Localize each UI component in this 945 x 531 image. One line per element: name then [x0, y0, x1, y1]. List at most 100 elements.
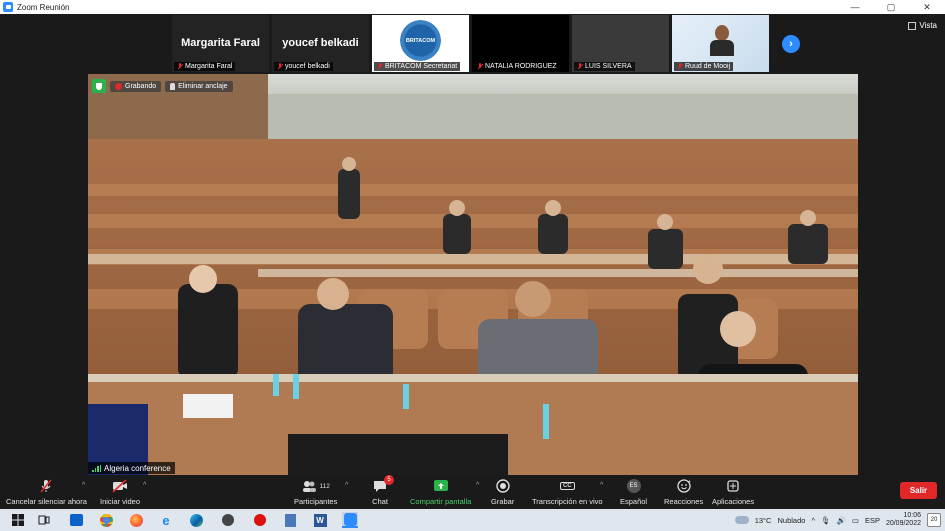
participant-tile[interactable]: LUIS SILVERA — [572, 15, 669, 72]
reactions-button[interactable]: + Reacciones — [664, 478, 703, 506]
next-page-button[interactable]: › — [782, 35, 800, 53]
participant-tile[interactable]: youcef belkadi youcef belkadi — [272, 15, 369, 72]
window-title: Zoom Reunión — [17, 2, 70, 12]
windows-taskbar: e W 13°C Nublado ^ 🎙 🔊 ▭ ESP 10:06 20/09… — [0, 509, 945, 531]
edge-icon[interactable] — [188, 512, 204, 528]
task-view-icon[interactable] — [36, 512, 52, 528]
main-video[interactable]: Grabando Eliminar anclaje — [88, 74, 858, 475]
input-language[interactable]: ESP — [865, 516, 880, 525]
participants-count: 112 — [319, 482, 330, 490]
participant-label: youcef belkadi — [274, 62, 333, 71]
language-interpretation-button[interactable]: ES Español — [620, 478, 647, 506]
outlook-icon[interactable] — [68, 512, 84, 528]
video-options-caret[interactable]: ^ — [143, 482, 146, 489]
participant-name: LUIS SILVERA — [585, 63, 632, 70]
share-options-caret[interactable]: ^ — [476, 482, 479, 489]
participant-tile[interactable]: Margarita Faral Margarita Faral — [172, 15, 269, 72]
minimize-button[interactable]: — — [837, 0, 873, 14]
view-label: Vista — [919, 21, 937, 30]
speaker-name: Algeria conference — [104, 463, 171, 473]
video-button[interactable]: Iniciar video — [100, 478, 140, 506]
chrome-icon[interactable] — [98, 512, 114, 528]
video-off-icon — [111, 478, 129, 494]
mic-muted-icon — [377, 63, 383, 70]
logo-text: BRITACOM — [405, 37, 436, 44]
app-icon[interactable] — [220, 512, 236, 528]
encryption-shield-icon[interactable] — [92, 79, 106, 93]
record-dot-icon — [115, 82, 122, 90]
leave-button[interactable]: Salir — [900, 482, 937, 499]
view-button[interactable]: Vista — [908, 21, 937, 30]
record-button[interactable]: Grabar — [491, 478, 514, 506]
mic-muted-icon — [177, 63, 183, 70]
clock-date: 20/09/2022 — [885, 520, 921, 527]
chat-badge: 5 — [384, 475, 394, 485]
unpin-label: Eliminar anclaje — [178, 82, 228, 90]
notification-center-icon[interactable]: 20 — [927, 513, 941, 527]
firefox-icon[interactable] — [128, 512, 144, 528]
maximize-button[interactable]: ▢ — [873, 0, 909, 14]
participant-tile[interactable]: BRITACOM BRITACOM Secretariat — [372, 15, 469, 72]
share-screen-button[interactable]: Compartir pantalla — [410, 478, 471, 506]
participant-video — [710, 25, 734, 56]
language-label: Español — [620, 497, 648, 506]
reactions-icon: + — [676, 478, 692, 494]
participant-gallery: Margarita Faral Margarita Faral youcef b… — [172, 15, 769, 72]
recording-label: Grabando — [125, 82, 157, 90]
participants-label: Participantes — [294, 497, 338, 506]
share-screen-icon — [433, 478, 449, 494]
word-icon[interactable]: W — [312, 512, 328, 528]
mute-button[interactable]: Cancelar silenciar ahora — [6, 478, 87, 506]
participant-tile[interactable]: Ruud de Mooij — [672, 15, 769, 72]
clock[interactable]: 10:06 20/09/2022 — [886, 512, 921, 528]
language-icon: ES — [626, 478, 641, 494]
weather-cloud-icon[interactable] — [734, 516, 749, 524]
internet-explorer-icon[interactable]: e — [158, 512, 174, 528]
video-label: Iniciar video — [100, 497, 141, 506]
tray-overflow-icon[interactable]: ^ — [811, 516, 815, 525]
apps-icon — [725, 478, 741, 494]
network-icon[interactable]: ▭ — [852, 516, 859, 525]
transcription-options-caret[interactable]: ^ — [600, 482, 603, 489]
clock-time: 10:06 — [903, 512, 921, 519]
participant-tile[interactable]: NATALIA RODRIGUEZ — [472, 15, 569, 72]
meeting-toolbar: Cancelar silenciar ahora ^ Iniciar video… — [0, 475, 945, 509]
window-controls: — ▢ ✕ — [837, 0, 945, 14]
mic-muted-icon — [277, 63, 283, 70]
participant-name: Ruud de Mooij — [685, 63, 731, 70]
reactions-label: Reacciones — [664, 497, 704, 506]
participants-button[interactable]: 112 Participantes — [294, 478, 337, 506]
mute-label: Cancelar silenciar ahora — [6, 497, 87, 506]
cc-icon: CC — [559, 478, 575, 494]
chat-button[interactable]: 5 Chat — [372, 475, 394, 506]
chat-label: Chat — [372, 497, 388, 506]
weather-desc[interactable]: Nublado — [777, 516, 805, 525]
mic-muted-icon — [577, 63, 583, 70]
volume-icon[interactable]: 🔊 — [837, 516, 846, 525]
video-top-overlay: Grabando Eliminar anclaje — [92, 79, 233, 93]
audio-options-caret[interactable]: ^ — [82, 482, 85, 489]
microphone-icon[interactable]: 🎙 — [821, 516, 831, 525]
weather-temp[interactable]: 13°C — [755, 516, 772, 525]
pin-icon — [170, 82, 176, 90]
signal-strength-icon — [92, 464, 101, 472]
windows-start-icon[interactable] — [10, 512, 26, 528]
live-transcription-label: Transcripción en vivo — [532, 497, 603, 506]
live-transcription-button[interactable]: CC Transcripción en vivo — [532, 478, 603, 506]
zoom-taskbar-icon[interactable] — [342, 512, 358, 528]
unpin-button[interactable]: Eliminar anclaje — [165, 80, 233, 92]
app-icon[interactable] — [252, 512, 268, 528]
participants-options-caret[interactable]: ^ — [345, 482, 348, 489]
mic-muted-icon — [477, 63, 483, 70]
britacom-logo: BRITACOM — [400, 20, 441, 61]
close-button[interactable]: ✕ — [909, 0, 945, 14]
grid-icon — [908, 21, 917, 30]
share-screen-label: Compartir pantalla — [410, 497, 472, 506]
apps-button[interactable]: Aplicaciones — [712, 478, 754, 506]
chat-icon: 5 — [372, 475, 394, 494]
participant-label: NATALIA RODRIGUEZ — [474, 62, 560, 71]
participants-icon-wrap: 112 — [301, 478, 330, 494]
recording-indicator[interactable]: Grabando — [110, 80, 162, 92]
app-icon[interactable] — [282, 512, 298, 528]
active-speaker-label: Algeria conference — [88, 462, 175, 474]
